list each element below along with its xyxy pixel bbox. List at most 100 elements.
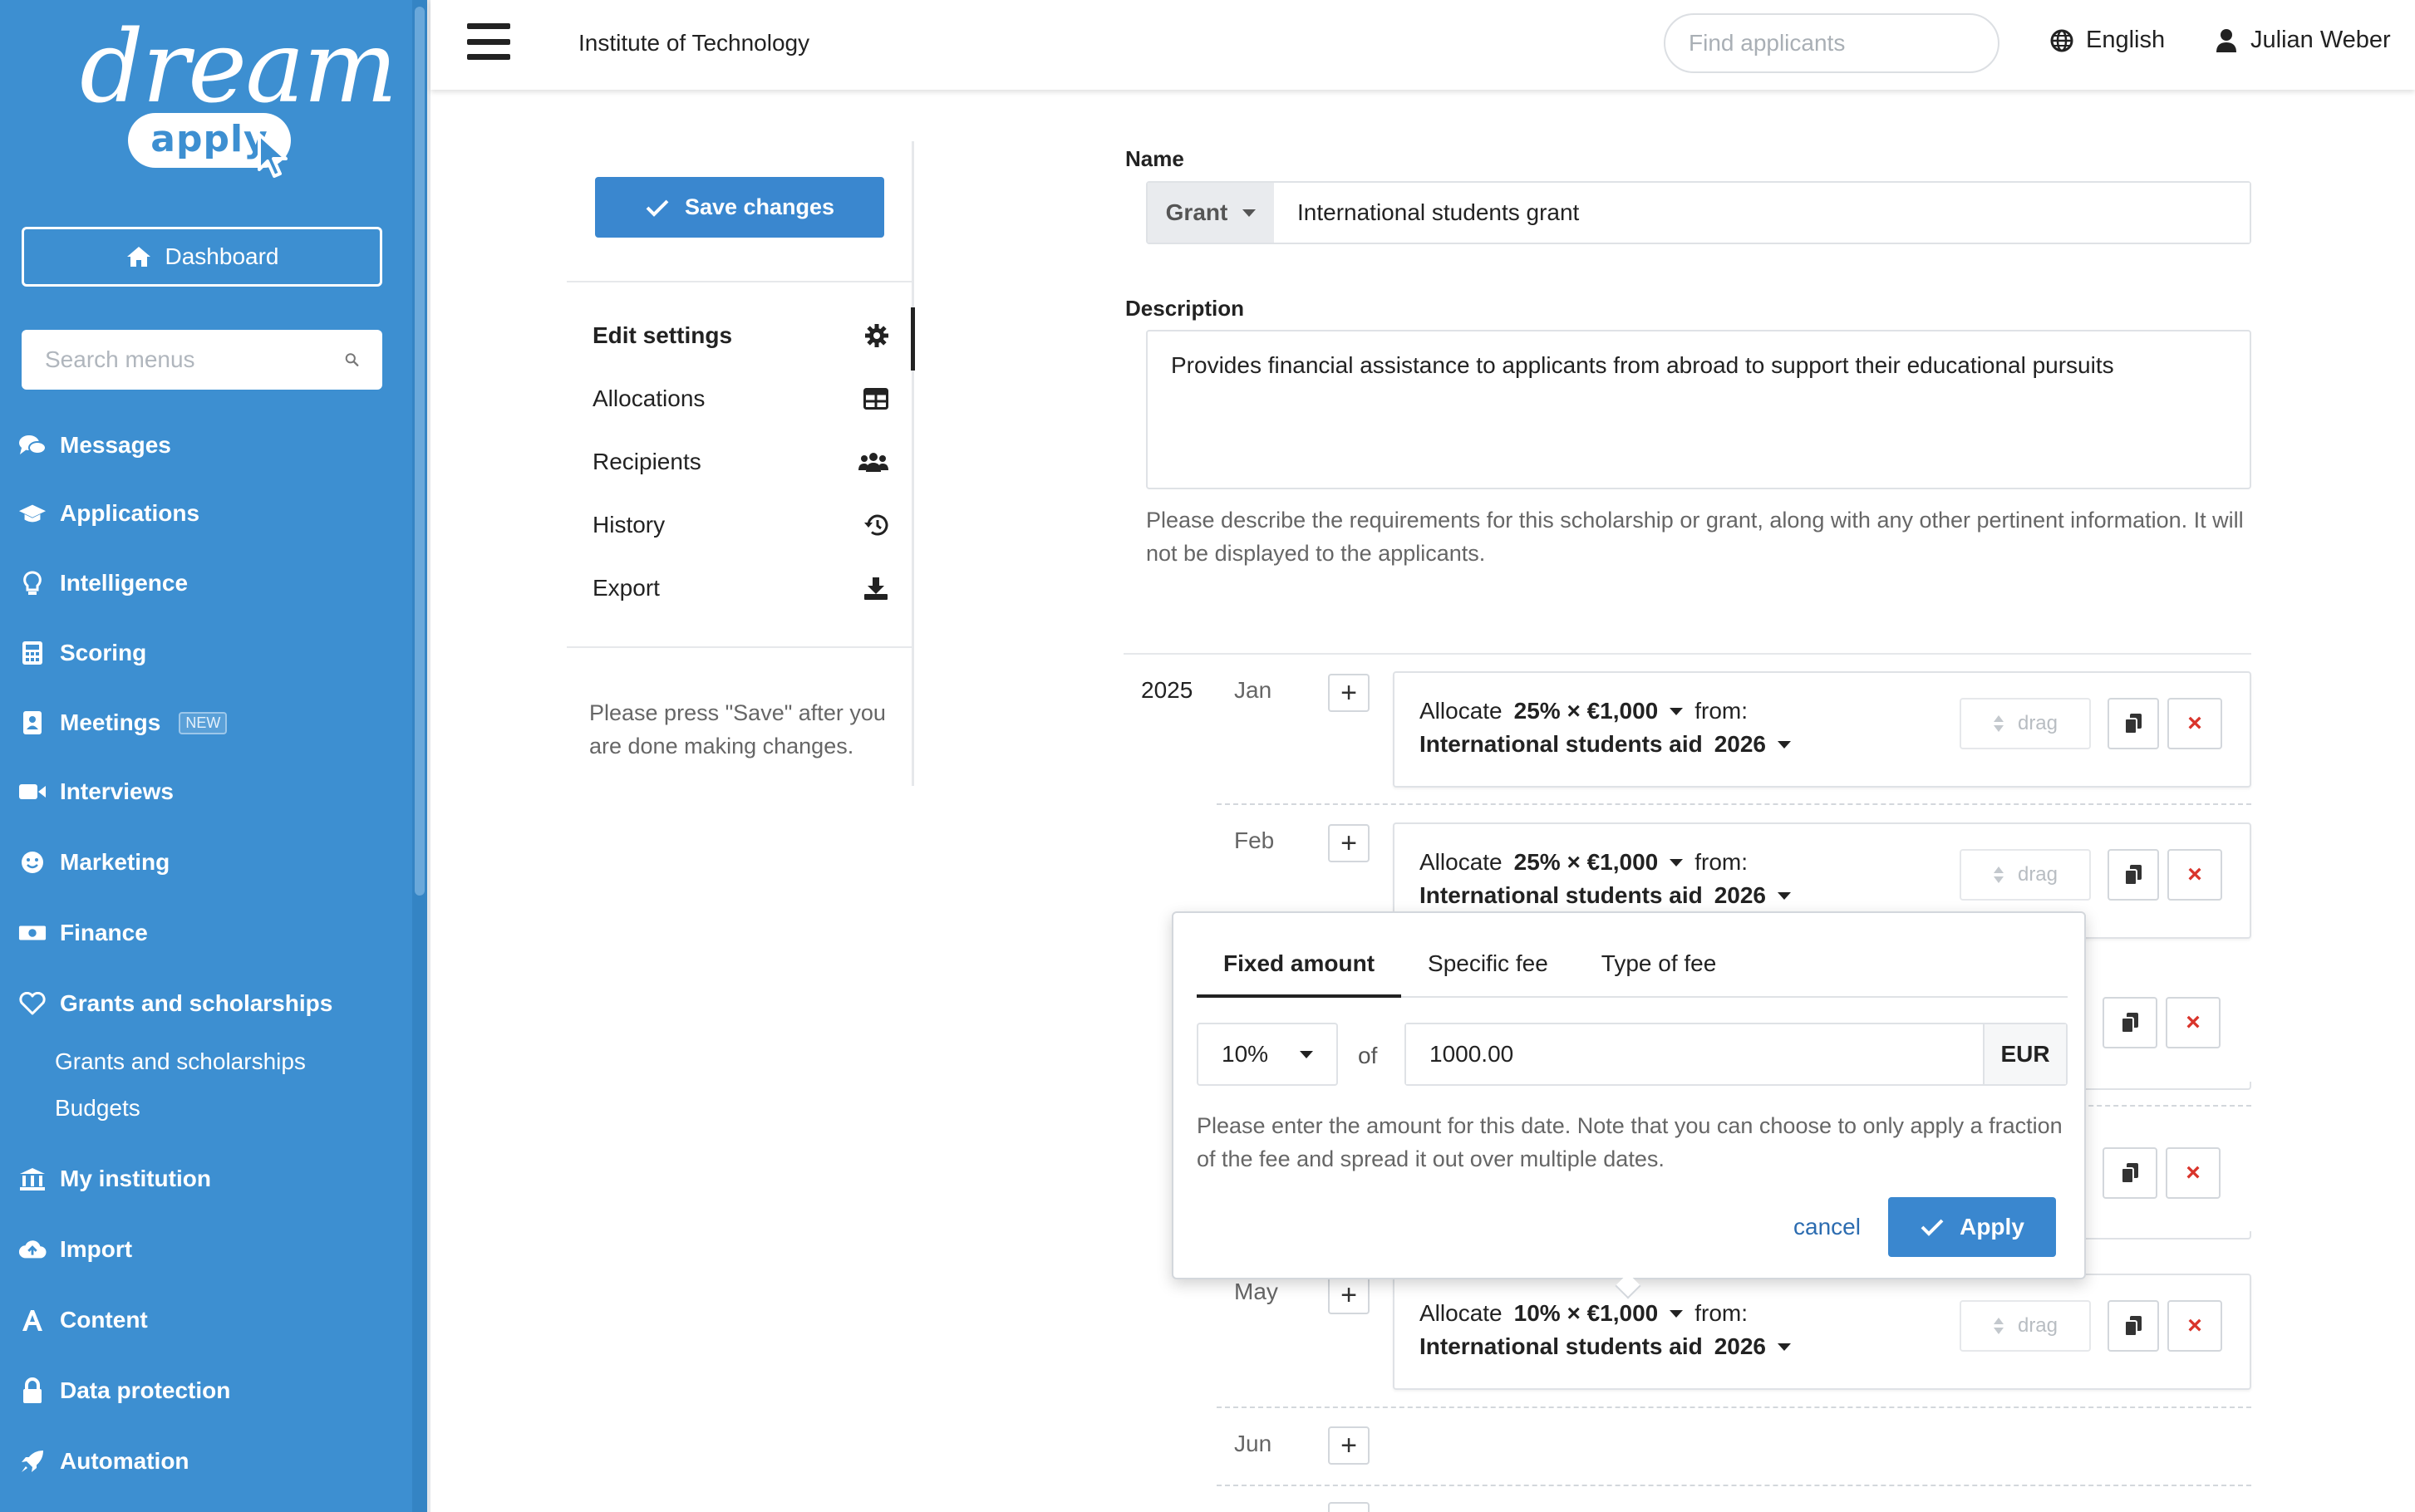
panel-item-edit-settings[interactable]: Edit settings: [593, 322, 888, 349]
sidebar-item-grants[interactable]: Grants and scholarships: [18, 985, 332, 1022]
sidebar-item-meetings[interactable]: Meetings NEW: [18, 704, 228, 741]
sidebar-item-label: Applications: [60, 500, 200, 526]
amount-input-group: EUR: [1404, 1023, 2068, 1086]
add-allocation-button[interactable]: +: [1328, 1276, 1370, 1314]
menu-search-input[interactable]: [45, 346, 345, 373]
sidebar-item-content[interactable]: Content: [18, 1302, 148, 1338]
allocation-source-year: 2026: [1714, 1333, 1766, 1359]
rocket-icon: [18, 1447, 47, 1475]
user-menu[interactable]: Julian Weber: [2216, 27, 2391, 54]
tab-type-of-fee[interactable]: Type of fee: [1575, 943, 1744, 998]
add-allocation-button[interactable]: +: [1328, 674, 1370, 712]
sidebar-item-automation[interactable]: Automation: [18, 1443, 189, 1480]
panel-item-label: Allocations: [593, 385, 706, 411]
sidebar-scrollbar[interactable]: [412, 0, 427, 1512]
caret-down-icon[interactable]: [1670, 858, 1684, 866]
allocate-text: Allocate: [1419, 698, 1503, 724]
search-icon[interactable]: [345, 347, 359, 372]
allocation-amount-dropdown[interactable]: 25% × €1,000: [1514, 849, 1659, 876]
copy-icon: [2121, 1163, 2138, 1184]
applicant-search-input[interactable]: [1689, 30, 1989, 56]
close-icon: ×: [2187, 1312, 2202, 1339]
language-selector[interactable]: English: [2049, 27, 2165, 54]
save-changes-button[interactable]: Save changes: [595, 177, 884, 238]
sidebar-item-label: My institution: [60, 1166, 211, 1191]
user-name: Julian Weber: [2250, 27, 2391, 53]
tab-specific-fee[interactable]: Specific fee: [1401, 943, 1575, 998]
copy-button[interactable]: [2103, 1147, 2157, 1199]
name-input[interactable]: [1274, 183, 2250, 243]
sidebar-item-my-institution[interactable]: My institution: [18, 1161, 211, 1197]
month-label: Jan: [1234, 677, 1272, 703]
allocation-source-year: 2026: [1714, 731, 1766, 757]
language-label: English: [2086, 27, 2166, 53]
cancel-link[interactable]: cancel: [1793, 1214, 1861, 1240]
apply-button[interactable]: Apply: [1888, 1197, 2056, 1257]
description-textarea[interactable]: Provides financial assistance to applica…: [1146, 330, 2251, 489]
drag-handle[interactable]: drag: [1960, 1300, 2091, 1352]
sidebar-item-data-protection[interactable]: Data protection: [18, 1372, 230, 1409]
copy-button[interactable]: [2108, 849, 2159, 901]
sidebar-subitem-budgets[interactable]: Budgets: [55, 1095, 140, 1122]
delete-button[interactable]: ×: [2167, 849, 2222, 901]
caret-down-icon: [1778, 1343, 1791, 1351]
dreamapply-logo[interactable]: dream apply: [80, 10, 398, 184]
sidebar-item-label: Intelligence: [60, 570, 189, 596]
institution-name[interactable]: Institute of Technology: [578, 30, 809, 56]
check-icon: [1921, 1219, 1944, 1236]
drag-handle[interactable]: drag: [1960, 698, 2091, 749]
panel-item-allocations[interactable]: Allocations: [593, 385, 888, 412]
sidebar-subitem-grants[interactable]: Grants and scholarships: [55, 1048, 306, 1075]
panel-item-history[interactable]: History: [593, 512, 888, 538]
scrollbar-thumb[interactable]: [415, 7, 425, 896]
delete-button[interactable]: ×: [2166, 997, 2221, 1048]
allocation-amount-line: Allocate 25% × €1,000 from:: [1419, 698, 1748, 724]
sidebar-item-scoring[interactable]: Scoring: [18, 635, 146, 671]
dashboard-button[interactable]: Dashboard: [22, 227, 382, 287]
panel-item-recipients[interactable]: Recipients: [593, 449, 888, 475]
copy-button[interactable]: [2103, 997, 2157, 1048]
menu-search[interactable]: [22, 330, 382, 390]
copy-button[interactable]: [2108, 698, 2159, 749]
allocation-amount-dropdown[interactable]: 10% × €1,000: [1514, 1300, 1659, 1327]
applicant-search[interactable]: [1664, 13, 1999, 73]
copy-button[interactable]: [2108, 1300, 2159, 1352]
panel-item-export[interactable]: Export: [593, 575, 888, 601]
sidebar-item-applications[interactable]: Applications: [18, 495, 199, 532]
allocation-source-dropdown[interactable]: International students aid 2026: [1419, 731, 1791, 758]
delete-button[interactable]: ×: [2167, 698, 2222, 749]
panel-item-label: Export: [593, 575, 660, 601]
allocation-source-dropdown[interactable]: International students aid 2026: [1419, 1333, 1791, 1360]
sidebar-item-label: Data protection: [60, 1377, 231, 1403]
allocation-source-dropdown[interactable]: International students aid 2026: [1419, 882, 1791, 909]
percent-select[interactable]: 10%: [1197, 1023, 1338, 1086]
description-label: Description: [1125, 296, 1245, 321]
sidebar-item-finance[interactable]: Finance: [18, 915, 148, 951]
allocation-amount-dropdown[interactable]: 25% × €1,000: [1514, 698, 1659, 724]
add-allocation-button[interactable]: +: [1328, 824, 1370, 862]
caret-down-icon: [1778, 740, 1791, 749]
drag-handle[interactable]: drag: [1960, 849, 2091, 901]
allocation-source: International students aid: [1419, 1333, 1703, 1359]
sidebar-item-interviews[interactable]: Interviews: [18, 773, 174, 810]
delete-button[interactable]: ×: [2167, 1300, 2222, 1352]
dashboard-label: Dashboard: [165, 243, 279, 269]
caret-down-icon[interactable]: [1670, 1309, 1684, 1318]
id-badge-icon: [18, 709, 47, 737]
sidebar-item-import[interactable]: Import: [18, 1231, 132, 1268]
delete-button[interactable]: ×: [2166, 1147, 2221, 1199]
from-text: from:: [1694, 849, 1748, 875]
name-label: Name: [1125, 146, 1184, 171]
type-dropdown[interactable]: Grant: [1148, 183, 1274, 243]
sidebar-item-messages[interactable]: Messages: [18, 427, 171, 464]
sidebar-item-marketing[interactable]: Marketing: [18, 844, 170, 881]
tab-fixed-amount[interactable]: Fixed amount: [1197, 943, 1402, 998]
caret-down-icon[interactable]: [1670, 707, 1684, 715]
add-allocation-button[interactable]: [1328, 1502, 1370, 1512]
hamburger-menu-icon[interactable]: [467, 23, 510, 60]
amount-input[interactable]: [1406, 1024, 1983, 1084]
add-allocation-button[interactable]: +: [1328, 1426, 1370, 1465]
users-icon: [858, 453, 888, 472]
sidebar-item-intelligence[interactable]: Intelligence: [18, 565, 188, 601]
save-changes-label: Save changes: [684, 194, 835, 219]
